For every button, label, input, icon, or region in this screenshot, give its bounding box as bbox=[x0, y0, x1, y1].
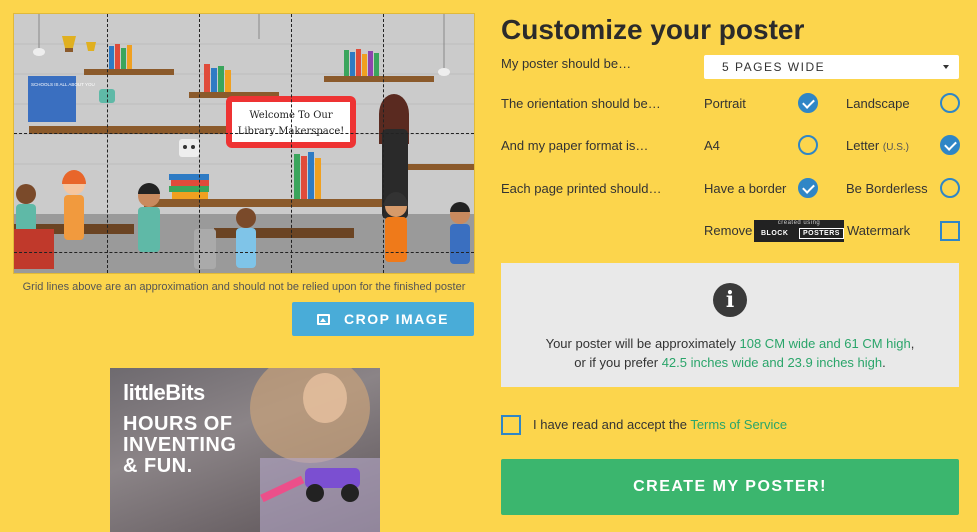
letter-radio[interactable] bbox=[940, 135, 960, 155]
letter-text: Letter bbox=[846, 138, 880, 153]
blockposters-logo: created using BLOCK POSTERS bbox=[754, 220, 844, 242]
poster-size-value: 5 PAGES WIDE bbox=[722, 60, 826, 74]
letter-label: Letter (U.S.) bbox=[846, 138, 909, 153]
have-border-radio[interactable] bbox=[798, 178, 818, 198]
ad-headline: HOURS OF INVENTING & FUN. bbox=[123, 413, 237, 477]
size-info-text: Your poster will be approximately 108 CM… bbox=[501, 334, 959, 372]
grid-line-vertical bbox=[199, 14, 200, 273]
crop-image-label: CROP IMAGE bbox=[344, 311, 449, 327]
grid-line-vertical bbox=[383, 14, 384, 273]
imperial-dimensions: 42.5 inches wide and 23.9 inches high bbox=[661, 355, 883, 370]
size-info-imperial: or if you prefer 42.5 inches wide and 23… bbox=[501, 353, 959, 372]
size-label: My poster should be… bbox=[501, 56, 632, 71]
imperial-prefix: or if you prefer bbox=[574, 355, 662, 370]
grid-line-horizontal bbox=[14, 133, 474, 134]
wall-poster-title: SCHOOLS IS ALL ABOUT YOU bbox=[31, 82, 95, 87]
grid-line-horizontal bbox=[14, 252, 474, 253]
grid-line-vertical bbox=[107, 14, 108, 273]
chevron-down-icon bbox=[943, 65, 949, 69]
a4-label: A4 bbox=[704, 138, 720, 153]
portrait-radio[interactable] bbox=[798, 93, 818, 113]
letter-suffix: (U.S.) bbox=[882, 142, 909, 153]
borderless-radio[interactable] bbox=[940, 178, 960, 198]
size-info-metric: Your poster will be approximately 108 CM… bbox=[501, 334, 959, 353]
orientation-label: The orientation should be… bbox=[501, 96, 661, 111]
remove-watermark-checkbox[interactable] bbox=[940, 221, 960, 241]
border-label: Each page printed should… bbox=[501, 181, 662, 196]
terms-text: I have read and accept the bbox=[533, 417, 691, 432]
a4-radio[interactable] bbox=[798, 135, 818, 155]
grid-line-vertical bbox=[291, 14, 292, 273]
accept-terms-checkbox[interactable] bbox=[501, 415, 521, 435]
metric-suffix: , bbox=[910, 336, 915, 351]
ad-brand: littleBits bbox=[123, 380, 205, 405]
page-title: Customize your poster bbox=[501, 14, 805, 45]
image-icon bbox=[317, 313, 330, 325]
imperial-suffix: . bbox=[882, 355, 886, 370]
size-info-box: i Your poster will be approximately 108 … bbox=[501, 263, 959, 387]
grid-disclaimer: Grid lines above are an approximation an… bbox=[22, 281, 466, 293]
accept-terms-label: I have read and accept the Terms of Serv… bbox=[533, 417, 787, 432]
have-border-label: Have a border bbox=[704, 181, 787, 196]
poster-size-select[interactable]: 5 PAGES WIDE bbox=[704, 55, 959, 79]
metric-dimensions: 108 CM wide and 61 CM high bbox=[739, 336, 911, 351]
landscape-label: Landscape bbox=[846, 96, 910, 111]
poster-preview: SCHOOLS IS ALL ABOUT YOU Welcome To Our … bbox=[13, 13, 475, 274]
portrait-label: Portrait bbox=[704, 96, 746, 111]
advertisement[interactable]: littleBits HOURS OF INVENTING & FUN. bbox=[110, 368, 380, 532]
metric-prefix: Your poster will be approximately bbox=[545, 336, 740, 351]
poster-illustration: SCHOOLS IS ALL ABOUT YOU Welcome To Our … bbox=[14, 14, 474, 273]
borderless-label: Be Borderless bbox=[846, 181, 928, 196]
landscape-radio[interactable] bbox=[940, 93, 960, 113]
info-icon: i bbox=[713, 283, 747, 317]
crop-image-button[interactable]: CROP IMAGE bbox=[292, 302, 474, 336]
terms-of-service-link[interactable]: Terms of Service bbox=[690, 417, 787, 432]
paper-format-label: And my paper format is… bbox=[501, 138, 649, 153]
remove-watermark-prefix: Remove bbox=[704, 223, 753, 238]
logo-created-using: created using bbox=[777, 220, 821, 226]
logo-word-posters: POSTERS bbox=[799, 228, 844, 239]
remove-watermark-suffix: Watermark bbox=[847, 223, 911, 238]
create-poster-button[interactable]: CREATE MY POSTER! bbox=[501, 459, 959, 515]
logo-word-block: BLOCK bbox=[761, 230, 789, 237]
